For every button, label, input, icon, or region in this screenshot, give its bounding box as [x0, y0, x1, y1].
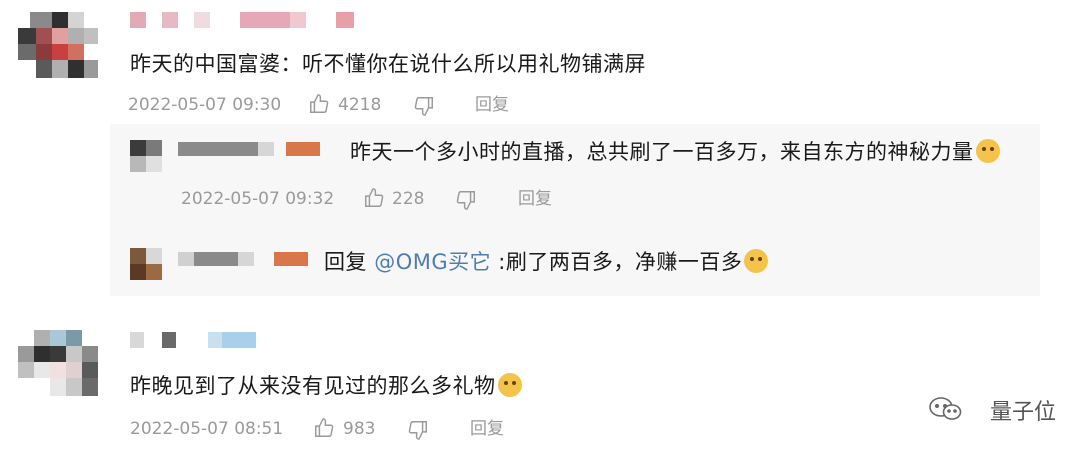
username-blurred[interactable] — [130, 332, 260, 348]
like-icon[interactable] — [308, 93, 330, 115]
username-blurred[interactable] — [130, 12, 360, 30]
comment-text: 昨天的中国富婆：听不懂你在说什么所以用礼物铺满屏 — [130, 52, 646, 76]
reply-text: 回复 @OMG买它 :刷了两百多，净赚一百多 — [324, 248, 769, 276]
like-icon[interactable] — [363, 187, 385, 209]
like-count: 983 — [343, 419, 376, 439]
watermark: 量子位 — [989, 400, 1056, 425]
comment-text: 昨晚见到了从来没有见过的那么多礼物 — [130, 372, 522, 400]
wechat-icon — [928, 396, 962, 422]
reply-text-content: :刷了两百多，净赚一百多 — [498, 250, 743, 274]
comment-timestamp: 2022-05-07 08:51 — [130, 419, 284, 439]
avatar[interactable] — [18, 12, 98, 78]
like-count: 228 — [392, 189, 425, 209]
avatar[interactable] — [130, 248, 162, 280]
reply-timestamp: 2022-05-07 09:32 — [181, 189, 335, 209]
dislike-icon[interactable] — [413, 95, 435, 117]
comment-timestamp: 2022-05-07 09:30 — [128, 95, 282, 115]
reply-text-content: 昨天一个多小时的直播，总共刷了一百多万，来自东方的神秘力量 — [350, 140, 974, 164]
reply-button[interactable]: 回复 — [475, 94, 509, 116]
dislike-icon[interactable] — [407, 419, 429, 441]
reply-button[interactable]: 回复 — [518, 188, 552, 210]
emoji-icon — [744, 249, 769, 273]
comment-text-content: 昨晚见到了从来没有见过的那么多礼物 — [130, 374, 496, 398]
reply-text: 昨天一个多小时的直播，总共刷了一百多万，来自东方的神秘力量 — [350, 138, 1000, 166]
like-count: 4218 — [338, 95, 382, 115]
username-blurred[interactable] — [178, 142, 323, 156]
avatar[interactable] — [18, 330, 98, 396]
reply-button[interactable]: 回复 — [470, 418, 504, 440]
username-blurred[interactable] — [178, 252, 313, 266]
avatar[interactable] — [130, 140, 162, 172]
mention-link[interactable]: @OMG买它 — [374, 250, 491, 274]
like-icon[interactable] — [313, 417, 335, 439]
emoji-icon — [975, 139, 1000, 163]
dislike-icon[interactable] — [455, 189, 477, 211]
emoji-icon — [497, 373, 522, 397]
reply-prefix: 回复 — [324, 250, 367, 274]
